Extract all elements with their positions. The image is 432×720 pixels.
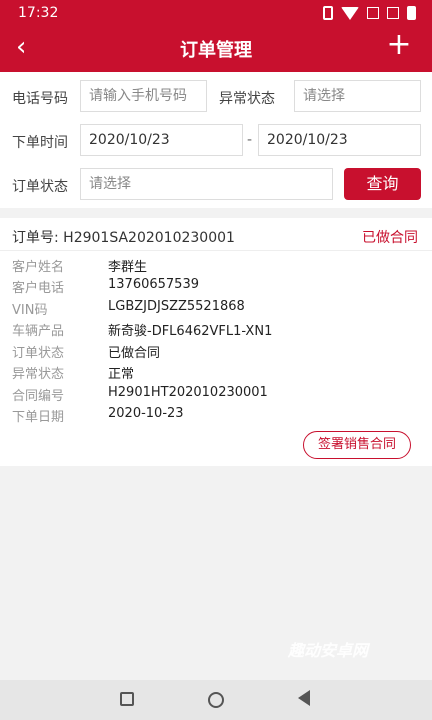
field-key: 车辆产品: [12, 324, 65, 339]
back-nav-icon[interactable]: [298, 690, 310, 706]
page-title: 订单管理: [180, 40, 252, 61]
abnormal-status-label: 异常状态: [219, 91, 275, 107]
filter-panel: 电话号码 请输入手机号码 异常状态 请选择 下单时间 2020/10/23 - …: [0, 72, 432, 208]
date-from-input[interactable]: 2020/10/23: [80, 124, 243, 156]
field-key: 客户电话: [12, 281, 65, 296]
field-value: 13760657539: [108, 277, 199, 292]
add-icon[interactable]: +: [384, 30, 414, 60]
field-key: 合同编号: [12, 389, 65, 404]
watermark: 趣动安卓网: [288, 641, 369, 660]
field-key: 下单日期: [12, 410, 65, 425]
top-bar: 17:32 ‹ 订单管理 +: [0, 0, 432, 72]
sign-contract-button[interactable]: 签署销售合同: [303, 431, 411, 459]
order-card[interactable]: 订单号: H2901SA202010230001 已做合同 客户姓名 李群生 客…: [0, 218, 432, 466]
battery-icon: [407, 6, 416, 20]
order-number-line: 订单号: H2901SA202010230001: [12, 227, 235, 247]
recent-apps-icon[interactable]: [120, 692, 134, 706]
order-status-label: 订单状态: [12, 179, 68, 195]
field-key: 客户姓名: [12, 260, 65, 275]
order-status-badge: 已做合同: [362, 230, 418, 246]
wifi-icon: [341, 6, 359, 20]
field-value: 2020-10-23: [108, 406, 184, 421]
query-button[interactable]: 查询: [344, 168, 421, 200]
field-value: H2901HT202010230001: [108, 385, 268, 400]
vibrate-icon: [323, 6, 333, 20]
order-status-select[interactable]: 请选择: [80, 168, 333, 200]
field-value: 新奇骏-DFL6462VFL1-XN1: [108, 324, 273, 339]
cell-signal-icon: [367, 7, 379, 19]
phone-input[interactable]: 请输入手机号码: [80, 80, 207, 112]
abnormal-status-select[interactable]: 请选择: [294, 80, 421, 112]
order-number-label: 订单号:: [12, 230, 59, 246]
date-separator: -: [247, 132, 253, 148]
field-value: 已做合同: [108, 346, 161, 361]
nav-bar: ‹ 订单管理 +: [0, 26, 432, 72]
system-nav-bar: [0, 680, 432, 720]
status-time: 17:32: [18, 5, 59, 21]
order-number: H2901SA202010230001: [63, 230, 235, 246]
field-value: LGBZJDJSZZ5521868: [108, 299, 245, 314]
field-key: VIN码: [12, 303, 48, 318]
field-key: 订单状态: [12, 346, 65, 361]
card-divider: [0, 250, 432, 251]
field-key: 异常状态: [12, 367, 65, 382]
home-icon[interactable]: [208, 692, 224, 708]
status-icons: [323, 6, 416, 20]
cell-signal-2-icon: [387, 7, 399, 19]
status-bar: 17:32: [0, 0, 432, 26]
field-value: 正常: [108, 367, 135, 382]
date-to-input[interactable]: 2020/10/23: [258, 124, 421, 156]
field-value: 李群生: [108, 260, 148, 275]
order-date-label: 下单时间: [12, 135, 68, 151]
phone-label: 电话号码: [12, 91, 68, 107]
